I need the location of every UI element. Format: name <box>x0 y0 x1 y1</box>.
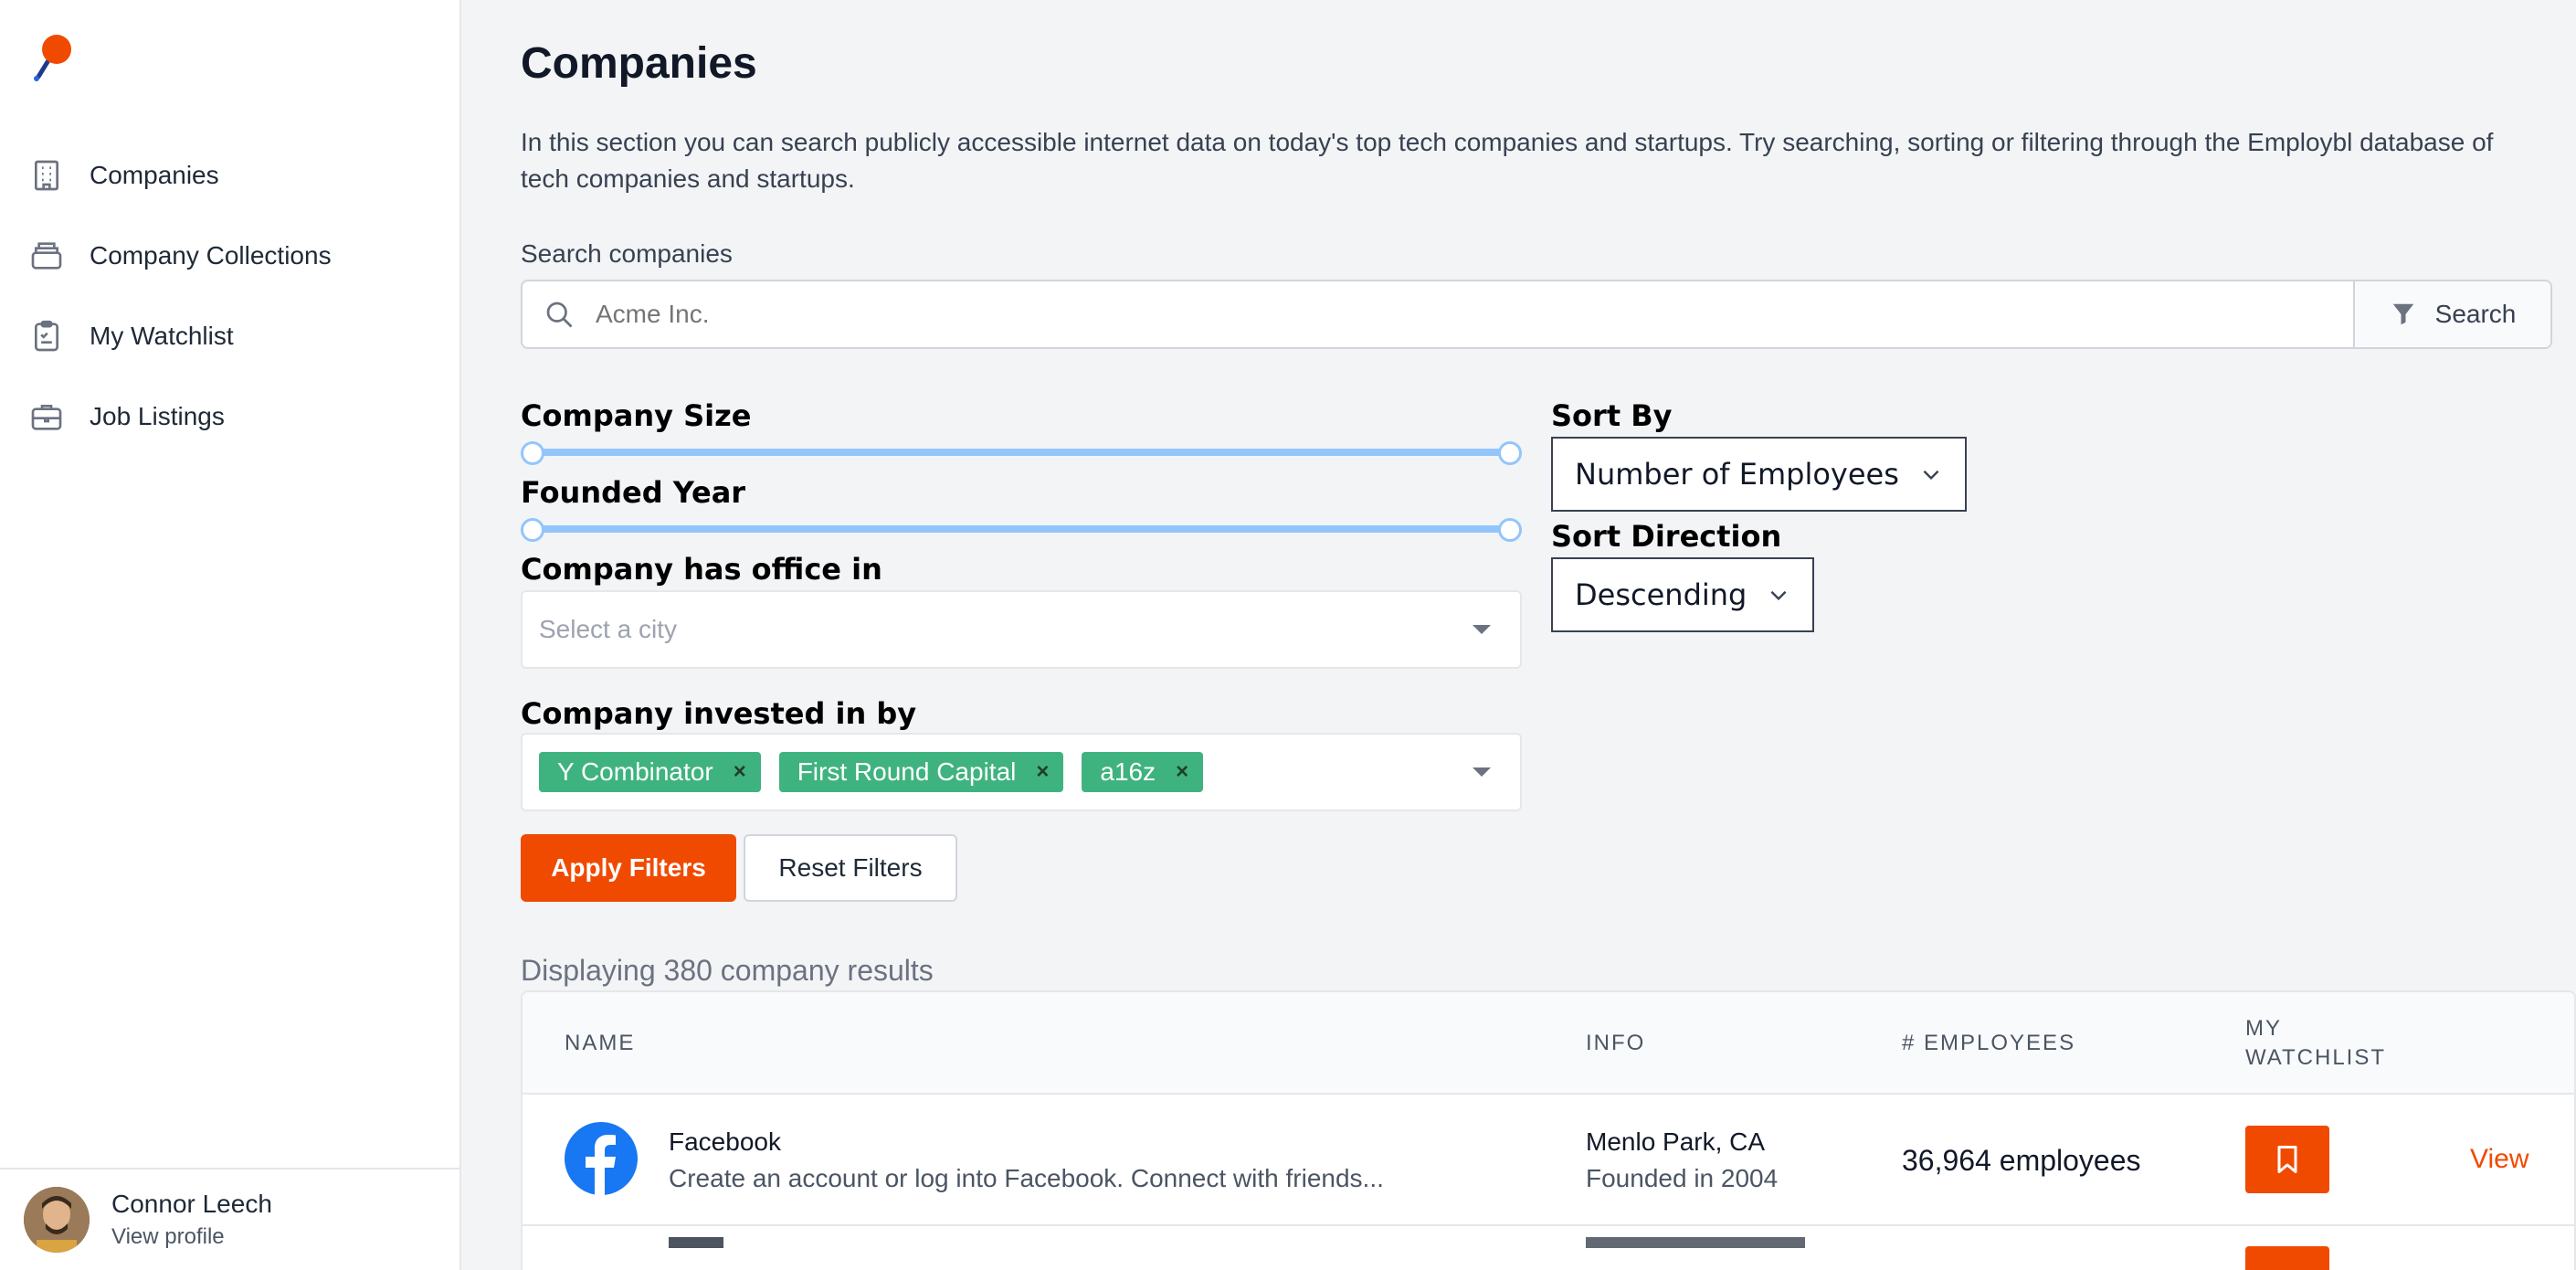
clipboard-icon <box>27 317 66 355</box>
investor-tag: a16z × <box>1082 752 1204 792</box>
sidebar-item-job-listings[interactable]: Job Listings <box>0 376 459 457</box>
investor-tag: First Round Capital × <box>778 752 1064 792</box>
company-name[interactable]: Facebook <box>669 1127 781 1157</box>
sidebar-item-label: Companies <box>90 161 219 189</box>
sort-by-value: Number of Employees <box>1575 457 1899 492</box>
page-description: In this section you can search publicly … <box>521 128 2494 193</box>
slider-max-handle[interactable] <box>1498 518 1522 542</box>
add-to-watchlist-button[interactable] <box>2245 1246 2329 1270</box>
investor-tag: Y Combinator × <box>539 752 761 792</box>
sort-by-label: Sort By <box>1551 398 1673 433</box>
city-select[interactable]: Select a city <box>521 590 1522 669</box>
briefcase-icon <box>27 397 66 436</box>
facebook-icon <box>565 1122 638 1195</box>
sidebar-nav: Companies Company Collections My Watchli… <box>0 135 459 457</box>
view-profile-link[interactable]: View profile <box>111 1224 272 1250</box>
profile-name: Connor Leech <box>111 1190 272 1218</box>
caret-down-icon <box>1473 625 1491 634</box>
slider-min-handle[interactable] <box>521 441 544 465</box>
founded-year-slider[interactable] <box>521 518 1522 542</box>
chevron-down-icon <box>1770 590 1787 601</box>
sidebar-item-label: Company Collections <box>90 241 332 270</box>
investor-tags: Y Combinator × First Round Capital × a16… <box>539 752 1473 792</box>
add-to-watchlist-button[interactable] <box>2245 1126 2329 1193</box>
table-header: NAME INFO # EMPLOYEES MY WATCHLIST <box>523 992 2574 1095</box>
company-name <box>669 1237 723 1248</box>
table-row <box>523 1228 2574 1270</box>
reset-filters-button[interactable]: Reset Filters <box>744 834 957 902</box>
sidebar-item-company-collections[interactable]: Company Collections <box>0 216 459 296</box>
caret-down-icon <box>1473 767 1491 777</box>
slider-track <box>530 449 1513 456</box>
investor-tag-label: Y Combinator <box>557 757 713 786</box>
company-founded: Founded in 2004 <box>1586 1164 1779 1192</box>
bookmark-icon <box>2277 1146 2297 1173</box>
table-row: Facebook Create an account or log into F… <box>523 1095 2574 1226</box>
company-location: Menlo Park, CA <box>1586 1127 1766 1156</box>
profile-card[interactable]: Connor Leech View profile <box>0 1168 459 1270</box>
investor-label: Company invested in by <box>521 696 917 731</box>
founded-year-label: Founded Year <box>521 475 746 510</box>
company-size-slider[interactable] <box>521 441 1522 465</box>
company-employees: 36,964 employees <box>1902 1144 2141 1177</box>
remove-tag-icon[interactable]: × <box>734 759 746 785</box>
sidebar-item-my-watchlist[interactable]: My Watchlist <box>0 296 459 376</box>
search-label: Search companies <box>521 239 733 268</box>
sidebar-item-label: My Watchlist <box>90 322 234 350</box>
column-header-watchlist-line2: WATCHLIST <box>2245 1045 2386 1070</box>
sort-direction-value: Descending <box>1575 577 1747 612</box>
apply-filters-button[interactable]: Apply Filters <box>521 834 736 902</box>
search-bar: Search <box>521 280 2552 349</box>
chevron-down-icon <box>1923 470 1939 481</box>
slider-track <box>530 525 1513 533</box>
company-description: Create an account or log into Facebook. … <box>669 1164 1384 1192</box>
remove-tag-icon[interactable]: × <box>1036 759 1049 785</box>
column-header-watchlist: MY WATCHLIST <box>2245 1014 2386 1073</box>
company-size-label: Company Size <box>521 398 752 433</box>
sidebar: Companies Company Collections My Watchli… <box>0 0 461 1270</box>
app-root: Companies Company Collections My Watchli… <box>0 0 2576 1270</box>
view-company-link[interactable]: View <box>2470 1144 2528 1175</box>
search-input[interactable] <box>596 281 2353 347</box>
investor-multiselect[interactable]: Y Combinator × First Round Capital × a16… <box>521 733 1522 811</box>
sort-direction-label: Sort Direction <box>1551 519 1782 554</box>
search-button-label: Search <box>2434 300 2517 328</box>
profile-text: Connor Leech View profile <box>111 1190 272 1250</box>
sort-by-select[interactable]: Number of Employees <box>1551 437 1967 512</box>
results-count: Displaying 380 company results <box>521 954 934 987</box>
investor-tag-label: First Round Capital <box>797 757 1017 786</box>
sidebar-item-companies[interactable]: Companies <box>0 135 459 216</box>
results-table: NAME INFO # EMPLOYEES MY WATCHLIST Faceb… <box>521 990 2576 1270</box>
column-header-watchlist-line1: MY <box>2245 1016 2282 1041</box>
company-location <box>1586 1237 1805 1248</box>
sidebar-item-label: Job Listings <box>90 402 225 430</box>
collection-icon <box>27 237 66 275</box>
page-title: Companies <box>521 39 757 88</box>
search-button[interactable]: Search <box>2353 281 2550 347</box>
column-header-info: INFO <box>1586 1031 1646 1055</box>
slider-max-handle[interactable] <box>1498 441 1522 465</box>
sort-direction-select[interactable]: Descending <box>1551 557 1815 632</box>
column-header-employees: # EMPLOYEES <box>1902 1031 2076 1055</box>
building-icon <box>27 156 66 195</box>
remove-tag-icon[interactable]: × <box>1176 759 1188 785</box>
pin-logo-icon[interactable] <box>27 31 82 86</box>
slider-min-handle[interactable] <box>521 518 544 542</box>
column-header-name: NAME <box>565 1031 636 1055</box>
investor-tag-label: a16z <box>1100 757 1156 786</box>
search-icon <box>523 281 596 347</box>
filter-icon <box>2392 303 2413 325</box>
main-content: Companies In this section you can search… <box>521 0 2576 1270</box>
city-select-placeholder: Select a city <box>539 615 677 643</box>
avatar[interactable] <box>24 1187 90 1253</box>
office-location-label: Company has office in <box>521 552 882 587</box>
